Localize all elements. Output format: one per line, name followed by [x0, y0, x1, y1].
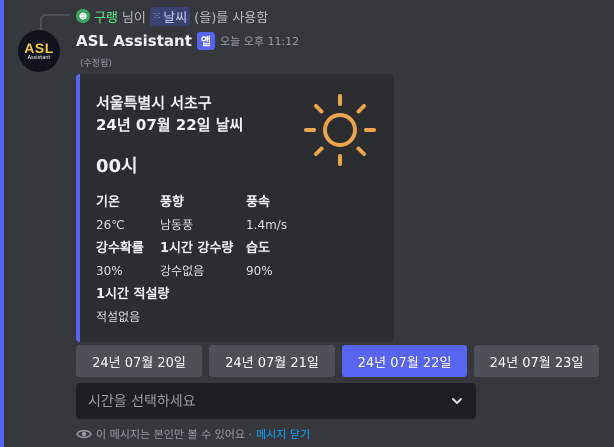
weather-embed: 서울특별시 서초구 24년 07월 22일 날씨 00시 기온 26℃ 풍향 남… [76, 74, 394, 342]
author-avatar[interactable]: ASL Assistant [18, 30, 60, 72]
field-name: 풍향 [160, 195, 184, 210]
command-name: 날씨 [163, 10, 188, 26]
mention-highlight-bar [0, 0, 4, 447]
date-button-0722[interactable]: 24년 07월 22일 [342, 345, 467, 377]
dismiss-message-link[interactable]: 메시지 닫기 [256, 426, 310, 442]
reply-text-before: 님이 [121, 10, 146, 26]
message-header: ASL Assistant 앱 오늘 오후 11:12 [76, 30, 299, 52]
message-timestamp[interactable]: 오늘 오후 11:12 [220, 33, 299, 49]
date-button-0720[interactable]: 24년 07월 20일 [76, 345, 202, 377]
ephemeral-notice: 이 메시지는 본인만 볼 수 있어요 · 메시지 닫기 [76, 426, 310, 442]
sun-icon [304, 94, 376, 166]
field-name: 풍속 [246, 195, 270, 210]
field-name: 기온 [96, 195, 120, 210]
edited-label: (수정됨) [80, 59, 112, 69]
date-button-0721[interactable]: 24년 07월 21일 [209, 345, 335, 377]
field-name: 습도 [246, 241, 270, 256]
field-wind-direction: 풍향 남동풍 [160, 194, 193, 234]
field-name: 1시간 강수량 [160, 241, 234, 256]
field-precip-probability: 강수확률 30% [96, 240, 144, 280]
command-icon: ⁙ [152, 10, 162, 22]
field-humidity: 습도 90% [246, 240, 273, 280]
author-name[interactable]: ASL Assistant [76, 32, 192, 50]
avatar-logo-subtext: Assistant [27, 54, 51, 61]
field-value: 남동풍 [160, 218, 194, 232]
field-name: 강수확률 [96, 241, 144, 256]
field-temperature: 기온 26℃ [96, 194, 125, 234]
field-value: 90% [246, 264, 273, 278]
command-reply-header: ☻ 구랭 님이 ⁙ 날씨 (을)를 사용함 [76, 6, 268, 26]
reply-user-avatar[interactable]: ☻ [76, 9, 90, 23]
field-wind-speed: 풍속 1.4m/s [246, 194, 287, 234]
field-value: 30% [96, 264, 123, 278]
embed-title: 서울특별시 서초구 24년 07월 22일 날씨 [96, 92, 243, 136]
field-value: 적설없음 [96, 310, 141, 324]
embed-title-date: 24년 07월 22일 날씨 [96, 116, 244, 134]
chevron-down-icon [452, 398, 462, 404]
field-value: 26℃ [96, 218, 125, 232]
command-mention[interactable]: ⁙ 날씨 [149, 6, 191, 26]
time-select-placeholder: 시간을 선택하세요 [88, 394, 196, 410]
reply-text-after: (을)를 사용함 [194, 10, 269, 26]
reply-username[interactable]: 구랭 [94, 7, 118, 26]
field-name: 1시간 적설량 [96, 287, 170, 302]
time-select[interactable]: 시간을 선택하세요 [76, 383, 476, 419]
eye-icon [76, 429, 92, 439]
ephemeral-notice-text: 이 메시지는 본인만 볼 수 있어요 · [96, 428, 253, 441]
embed-hour: 00시 [96, 156, 138, 177]
field-hourly-precip: 1시간 강수량 강수없음 [160, 240, 233, 280]
avatar-logo-text: ASL [24, 39, 54, 56]
field-value: 1.4m/s [246, 218, 288, 232]
app-badge: 앱 [196, 32, 215, 50]
field-value: 강수없음 [160, 264, 205, 278]
field-hourly-snow: 1시간 적설량 적설없음 [96, 286, 169, 326]
date-button-0723[interactable]: 24년 07월 23일 [474, 345, 599, 377]
embed-title-location: 서울특별시 서초구 [96, 94, 212, 112]
